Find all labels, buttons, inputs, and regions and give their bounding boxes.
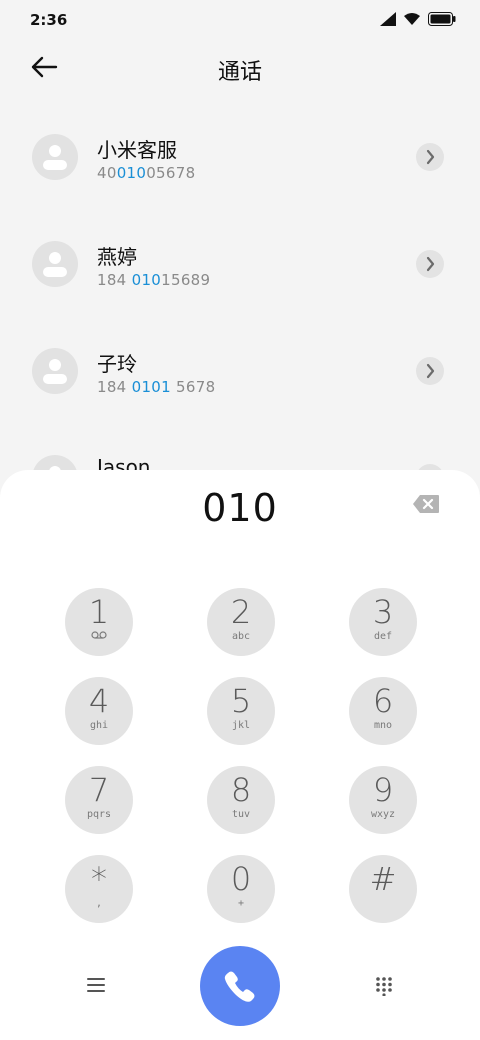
key-digit: 4 bbox=[88, 682, 110, 720]
key-2[interactable]: 2 abc bbox=[207, 588, 275, 656]
phone-icon bbox=[224, 971, 255, 1002]
voicemail-icon bbox=[65, 631, 133, 642]
signal-icon bbox=[380, 12, 396, 26]
key-letters: , bbox=[95, 898, 103, 909]
key-letters: def bbox=[373, 631, 393, 642]
page-title: 通话 bbox=[217, 60, 262, 85]
key-letters: mno bbox=[373, 720, 393, 731]
number-match: 010 bbox=[116, 164, 147, 182]
number-prefix: 40 bbox=[97, 164, 117, 182]
contact-number: 4001005678 bbox=[97, 164, 195, 182]
status-time: 2:36 bbox=[30, 11, 68, 29]
battery-icon bbox=[428, 12, 456, 26]
contact-item[interactable]: 小米客服 4001005678 bbox=[0, 110, 480, 217]
avatar bbox=[32, 134, 78, 180]
contact-name: 小米客服 bbox=[97, 138, 177, 162]
key-7[interactable]: 7 pqrs bbox=[65, 766, 133, 834]
avatar bbox=[32, 348, 78, 394]
number-prefix: 184 bbox=[97, 378, 132, 396]
key-digit: # bbox=[369, 860, 397, 898]
menu-icon bbox=[87, 978, 105, 992]
wifi-icon bbox=[404, 13, 420, 25]
key-letters: ghi bbox=[89, 720, 109, 731]
key-digit: 3 bbox=[372, 593, 394, 631]
contact-name: 燕婷 bbox=[97, 245, 137, 269]
chevron-right-icon bbox=[426, 363, 435, 379]
keypad-toggle-button[interactable] bbox=[375, 976, 393, 997]
key-5[interactable]: 5 jkl bbox=[207, 677, 275, 745]
key-1[interactable]: 1 bbox=[65, 588, 133, 656]
key-digit: 0 bbox=[230, 860, 252, 898]
chevron-right-icon bbox=[426, 149, 435, 165]
number-prefix: 184 bbox=[97, 271, 132, 289]
avatar bbox=[32, 241, 78, 287]
key-digit: 1 bbox=[88, 593, 110, 631]
contact-detail-button[interactable] bbox=[416, 143, 444, 171]
contact-detail-button[interactable] bbox=[416, 357, 444, 385]
contact-number: 184 01015689 bbox=[97, 271, 210, 289]
dialpad-icon bbox=[376, 977, 392, 997]
backspace-button[interactable] bbox=[412, 494, 440, 516]
key-letters: wxyz bbox=[370, 809, 396, 820]
key-6[interactable]: 6 mno bbox=[349, 677, 417, 745]
key-digit: 9 bbox=[372, 771, 394, 809]
number-suffix: 05678 bbox=[146, 164, 196, 182]
menu-button[interactable] bbox=[86, 976, 106, 994]
status-icons bbox=[380, 12, 456, 26]
contact-name: 子玲 bbox=[97, 352, 137, 376]
key-digit: 6 bbox=[372, 682, 394, 720]
number-match: 010 bbox=[131, 271, 162, 289]
key-9[interactable]: 9 wxyz bbox=[349, 766, 417, 834]
dialed-number: 010 bbox=[202, 486, 278, 530]
key-3[interactable]: 3 def bbox=[349, 588, 417, 656]
key-8[interactable]: 8 tuv bbox=[207, 766, 275, 834]
key-digit: 8 bbox=[230, 771, 252, 809]
number-suffix: 5678 bbox=[170, 378, 216, 396]
key-hash[interactable]: # bbox=[349, 855, 417, 923]
chevron-right-icon bbox=[426, 256, 435, 272]
backspace-icon bbox=[413, 495, 439, 513]
dial-pad-sheet: 010 1 2 abc 3 def 4 ghi 5 jkl 6 mno 7 pq… bbox=[0, 470, 480, 1040]
contact-item[interactable]: 子玲 184 0101 5678 bbox=[0, 324, 480, 431]
key-letters: abc bbox=[231, 631, 251, 642]
key-digit: 2 bbox=[230, 593, 252, 631]
key-digit: 5 bbox=[230, 682, 252, 720]
contact-detail-button[interactable] bbox=[416, 250, 444, 278]
key-4[interactable]: 4 ghi bbox=[65, 677, 133, 745]
key-star[interactable]: * , bbox=[65, 855, 133, 923]
key-digit: * bbox=[91, 860, 107, 898]
key-0[interactable]: 0 + bbox=[207, 855, 275, 923]
key-letters: tuv bbox=[231, 809, 251, 820]
key-letters: jkl bbox=[231, 720, 251, 731]
call-button[interactable] bbox=[200, 946, 280, 1026]
status-bar: 2:36 bbox=[0, 0, 480, 40]
contact-number: 184 0101 5678 bbox=[97, 378, 215, 396]
key-letters: + bbox=[237, 898, 245, 909]
key-digit: 7 bbox=[88, 771, 110, 809]
number-suffix: 15689 bbox=[161, 271, 211, 289]
contact-item[interactable]: 燕婷 184 01015689 bbox=[0, 217, 480, 324]
number-match: 0101 bbox=[131, 378, 171, 396]
key-letters: pqrs bbox=[86, 809, 112, 820]
